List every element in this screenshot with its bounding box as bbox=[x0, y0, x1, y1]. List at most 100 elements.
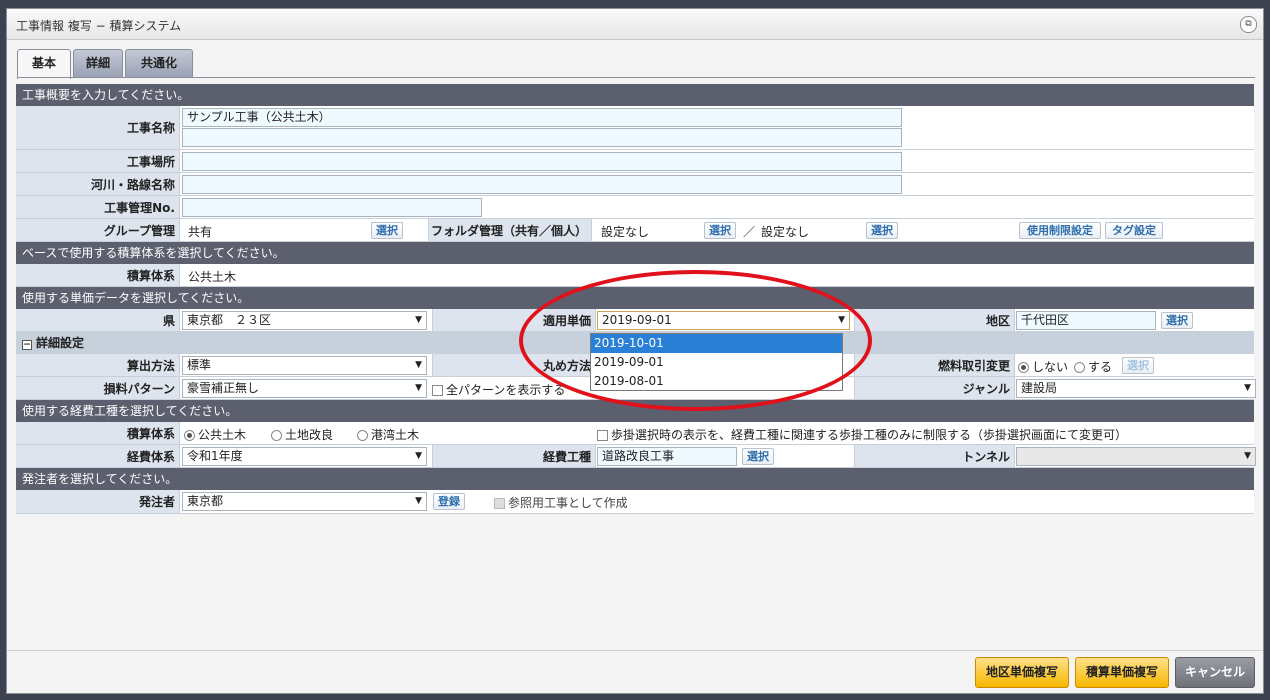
section-overview: 工事概要を入力してください。 bbox=[16, 84, 1254, 106]
river-input[interactable] bbox=[182, 175, 902, 194]
label-orderer: 発注者 bbox=[16, 490, 180, 513]
label-river: 河川・路線名称 bbox=[16, 173, 180, 195]
tab-basic[interactable]: 基本 bbox=[17, 49, 71, 79]
tab-detail[interactable]: 詳細 bbox=[73, 49, 123, 77]
row-construction-name: 工事名称 サンプル工事（公共土木） bbox=[16, 106, 1254, 150]
chevron-down-icon: ▼ bbox=[415, 360, 422, 370]
label-management-no: 工事管理No. bbox=[16, 196, 180, 218]
window-title: 工事情報 複写 − 積算システム bbox=[16, 19, 182, 33]
folder-value-shared: 設定なし bbox=[601, 225, 650, 239]
chevron-down-icon: ▼ bbox=[415, 451, 422, 461]
tab-divider bbox=[17, 77, 1255, 78]
dropdown-option[interactable]: 2019-10-01 bbox=[591, 334, 842, 353]
cancel-button[interactable]: キャンセル bbox=[1175, 657, 1255, 688]
expense-kind-select-button[interactable]: 選択 bbox=[742, 448, 774, 465]
fuel-yes-label: する bbox=[1088, 360, 1113, 374]
tab-common[interactable]: 共通化 bbox=[125, 49, 193, 77]
orderer-select[interactable]: 東京都 ▼ bbox=[182, 492, 427, 511]
all-pattern-label: 全パターンを表示する bbox=[446, 383, 566, 397]
chevron-down-icon: ▼ bbox=[1244, 383, 1251, 393]
prefecture-value: 東京都 ２３区 bbox=[187, 313, 272, 327]
label-base-system: 積算体系 bbox=[16, 264, 180, 286]
restore-icon[interactable]: ⧉ bbox=[1240, 16, 1257, 33]
chevron-down-icon: ▼ bbox=[415, 315, 422, 325]
apply-price-select[interactable]: 2019-09-01 ▼ bbox=[597, 311, 850, 330]
prefecture-select[interactable]: 東京都 ２３区 ▼ bbox=[182, 311, 427, 330]
row-orderer: 発注者 東京都 ▼ 登録 参照用工事として作成 bbox=[16, 490, 1254, 514]
calc-method-value: 標準 bbox=[187, 358, 212, 372]
base-system-value: 公共土木 bbox=[188, 270, 237, 284]
dropdown-option[interactable]: 2019-09-01 bbox=[591, 353, 842, 372]
region-select-button[interactable]: 選択 bbox=[1161, 312, 1193, 329]
all-pattern-checkbox[interactable]: 全パターンを表示する bbox=[432, 381, 565, 398]
orderer-register-button[interactable]: 登録 bbox=[433, 493, 465, 510]
radio-public-civil-label: 公共土木 bbox=[198, 428, 247, 442]
label-expense-kind-system: 経費体系 bbox=[16, 445, 180, 467]
chevron-down-icon: ▼ bbox=[415, 383, 422, 393]
label-folder: フォルダ管理（共有／個人） bbox=[428, 219, 592, 241]
label-fuel-change: 燃料取引変更 bbox=[854, 354, 1015, 376]
chevron-down-icon: ▼ bbox=[838, 315, 845, 325]
tag-setting-button[interactable]: タグ設定 bbox=[1105, 222, 1163, 239]
label-tunnel: トンネル bbox=[854, 445, 1015, 467]
fuel-no-radio[interactable]: しない bbox=[1018, 358, 1068, 375]
folder-personal-select-button[interactable]: 選択 bbox=[866, 222, 898, 239]
folder-separator: ／ bbox=[743, 225, 756, 239]
radio-harbor-civil[interactable]: 港湾土木 bbox=[357, 426, 419, 443]
region-price-copy-button[interactable]: 地区単価複写 bbox=[975, 657, 1069, 688]
region-input[interactable]: 千代田区 bbox=[1016, 311, 1156, 330]
fuel-yes-radio[interactable]: する bbox=[1074, 358, 1112, 375]
row-river: 河川・路線名称 bbox=[16, 173, 1254, 196]
radio-public-civil[interactable]: 公共土木 bbox=[184, 426, 246, 443]
collapse-icon[interactable]: − bbox=[22, 340, 32, 350]
radio-land-improvement[interactable]: 土地改良 bbox=[271, 426, 333, 443]
apply-price-dropdown[interactable]: 2019-10-01 2019-09-01 2019-08-01 bbox=[590, 333, 843, 391]
row-group: グループ管理 共有 選択 フォルダ管理（共有／個人） 設定なし 選択 ／ 設定な… bbox=[16, 219, 1254, 242]
reference-checkbox[interactable]: 参照用工事として作成 bbox=[494, 494, 628, 511]
expense-kind-input[interactable]: 道路改良工事 bbox=[597, 447, 737, 466]
construction-name-input[interactable]: サンプル工事（公共土木） bbox=[182, 108, 902, 127]
chevron-down-icon: ▼ bbox=[1244, 451, 1251, 461]
row-place: 工事場所 bbox=[16, 150, 1254, 173]
construction-name-input-2[interactable] bbox=[182, 128, 902, 147]
section-base: ベースで使用する積算体系を選択してください。 bbox=[16, 242, 1254, 264]
folder-value-personal: 設定なし bbox=[761, 225, 810, 239]
restrict-label: 歩掛選択時の表示を、経費工種に関連する歩掛工種のみに制限する（歩掛選択画面にて変… bbox=[611, 428, 1128, 442]
usage-limit-button[interactable]: 使用制限設定 bbox=[1019, 222, 1101, 239]
group-select-button[interactable]: 選択 bbox=[371, 222, 403, 239]
expense-system-select[interactable]: 令和1年度 ▼ bbox=[182, 447, 427, 466]
label-construction-name: 工事名称 bbox=[16, 106, 180, 149]
management-no-input[interactable] bbox=[182, 198, 482, 217]
loss-pattern-value: 豪雪補正無し bbox=[187, 381, 260, 395]
row-management-no: 工事管理No. bbox=[16, 196, 1254, 219]
expense-system-value: 令和1年度 bbox=[187, 449, 243, 463]
chevron-down-icon: ▼ bbox=[415, 496, 422, 506]
group-value: 共有 bbox=[188, 225, 213, 239]
label-prefecture: 県 bbox=[16, 309, 180, 331]
folder-shared-select-button[interactable]: 選択 bbox=[704, 222, 736, 239]
label-calc-method: 算出方法 bbox=[16, 354, 180, 376]
loss-pattern-select[interactable]: 豪雪補正無し ▼ bbox=[182, 379, 427, 398]
label-place: 工事場所 bbox=[16, 150, 180, 172]
label-expense-kind: 経費工種 bbox=[432, 445, 596, 467]
label-loss-pattern: 損料パターン bbox=[16, 377, 180, 399]
tunnel-select[interactable]: ▼ bbox=[1016, 447, 1256, 466]
restrict-checkbox[interactable]: 歩掛選択時の表示を、経費工種に関連する歩掛工種のみに制限する（歩掛選択画面にて変… bbox=[597, 426, 1127, 443]
label-expense-system: 積算体系 bbox=[16, 422, 180, 444]
radio-land-improvement-label: 土地改良 bbox=[285, 428, 334, 442]
fuel-select-button[interactable]: 選択 bbox=[1122, 357, 1154, 374]
label-round-method: 丸め方法 bbox=[432, 354, 596, 376]
footer-divider bbox=[7, 650, 1263, 651]
unit-price-copy-button[interactable]: 積算単価複写 bbox=[1075, 657, 1169, 688]
dropdown-option[interactable]: 2019-08-01 bbox=[591, 372, 842, 391]
row-base-system: 積算体系 公共土木 bbox=[16, 264, 1254, 287]
section-detail-label: 詳細設定 bbox=[36, 336, 85, 350]
title-bar: 工事情報 複写 − 積算システム ⧉ bbox=[7, 9, 1263, 40]
apply-price-value: 2019-09-01 bbox=[602, 313, 672, 327]
row-expense-kind: 経費体系 令和1年度 ▼ 経費工種 道路改良工事 選択 トンネル ▼ bbox=[16, 445, 1256, 468]
radio-harbor-civil-label: 港湾土木 bbox=[371, 428, 420, 442]
calc-method-select[interactable]: 標準 ▼ bbox=[182, 356, 427, 375]
genre-select[interactable]: 建設局 ▼ bbox=[1016, 379, 1256, 398]
section-expense: 使用する経費工種を選択してください。 bbox=[16, 400, 1254, 422]
place-input[interactable] bbox=[182, 152, 902, 171]
